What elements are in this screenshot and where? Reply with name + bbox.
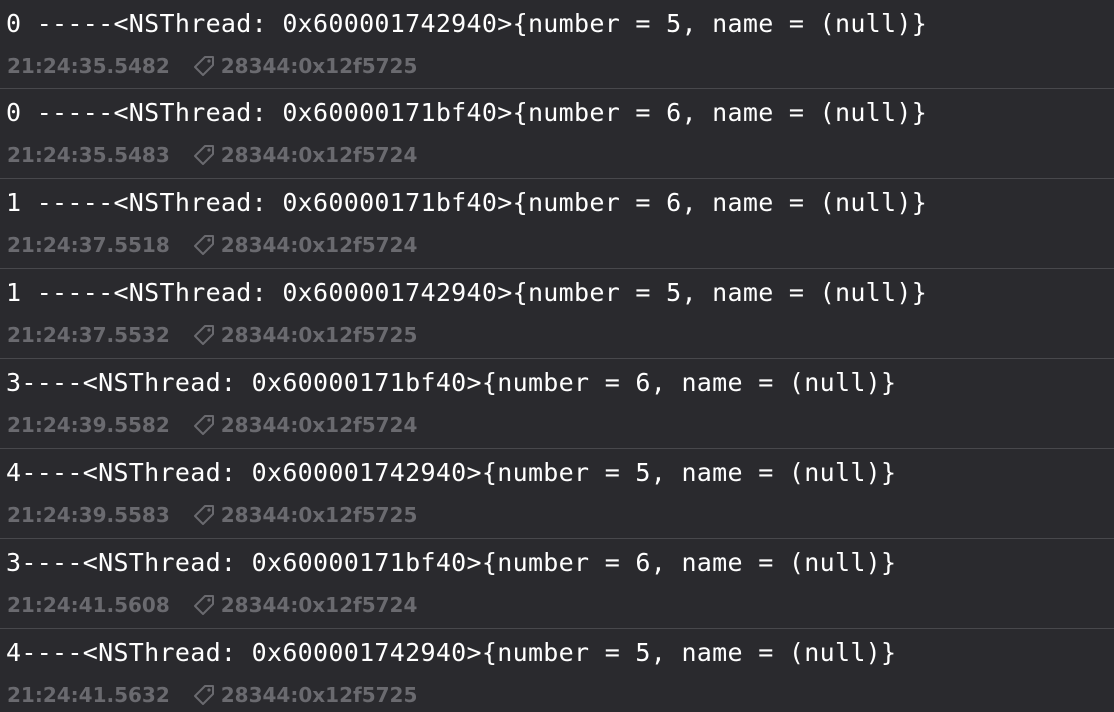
log-meta: 21:24:35.5483 28344:0x12f5724 xyxy=(7,142,417,168)
log-entry[interactable]: 4----<NSThread: 0x600001742940>{number =… xyxy=(0,448,1114,538)
log-thread-id: 28344:0x12f5725 xyxy=(220,503,418,527)
log-entry[interactable]: 0 -----<NSThread: 0x60000171bf40>{number… xyxy=(0,88,1114,178)
log-entry[interactable]: 1 -----<NSThread: 0x60000171bf40>{number… xyxy=(0,178,1114,268)
log-meta: 21:24:35.5482 28344:0x12f5725 xyxy=(7,53,417,79)
console-log: 0 -----<NSThread: 0x600001742940>{number… xyxy=(0,0,1114,712)
tag-icon xyxy=(192,54,216,78)
log-message: 0 -----<NSThread: 0x60000171bf40>{number… xyxy=(6,98,928,127)
log-timestamp: 21:24:37.5518 xyxy=(7,233,170,257)
tag-icon xyxy=(192,233,216,257)
log-entry[interactable]: 0 -----<NSThread: 0x600001742940>{number… xyxy=(0,0,1114,88)
log-entry[interactable]: 3----<NSThread: 0x60000171bf40>{number =… xyxy=(0,538,1114,628)
log-thread-id: 28344:0x12f5724 xyxy=(220,233,418,257)
tag-icon xyxy=(192,143,216,167)
log-message: 0 -----<NSThread: 0x600001742940>{number… xyxy=(6,9,928,38)
log-thread-id: 28344:0x12f5725 xyxy=(220,683,418,707)
log-thread-id: 28344:0x12f5724 xyxy=(220,593,418,617)
log-entry[interactable]: 1 -----<NSThread: 0x600001742940>{number… xyxy=(0,268,1114,358)
log-meta: 21:24:41.5608 28344:0x12f5724 xyxy=(7,592,417,618)
log-meta: 21:24:39.5583 28344:0x12f5725 xyxy=(7,502,417,528)
log-thread-id: 28344:0x12f5724 xyxy=(220,413,418,437)
tag-icon xyxy=(192,683,216,707)
log-message: 3----<NSThread: 0x60000171bf40>{number =… xyxy=(6,368,897,397)
log-timestamp: 21:24:35.5483 xyxy=(7,143,170,167)
log-timestamp: 21:24:41.5608 xyxy=(7,593,170,617)
tag-icon xyxy=(192,503,216,527)
log-message: 3----<NSThread: 0x60000171bf40>{number =… xyxy=(6,548,897,577)
log-timestamp: 21:24:39.5582 xyxy=(7,413,170,437)
log-meta: 21:24:39.5582 28344:0x12f5724 xyxy=(7,412,417,438)
log-message: 1 -----<NSThread: 0x60000171bf40>{number… xyxy=(6,188,928,217)
log-thread-id: 28344:0x12f5725 xyxy=(220,54,418,78)
log-timestamp: 21:24:35.5482 xyxy=(7,54,170,78)
log-entry[interactable]: 4----<NSThread: 0x600001742940>{number =… xyxy=(0,628,1114,712)
tag-icon xyxy=(192,413,216,437)
log-message: 1 -----<NSThread: 0x600001742940>{number… xyxy=(6,278,928,307)
log-meta: 21:24:37.5532 28344:0x12f5725 xyxy=(7,322,417,348)
log-timestamp: 21:24:37.5532 xyxy=(7,323,170,347)
log-thread-id: 28344:0x12f5724 xyxy=(220,143,418,167)
log-timestamp: 21:24:41.5632 xyxy=(7,683,170,707)
log-timestamp: 21:24:39.5583 xyxy=(7,503,170,527)
log-entry[interactable]: 3----<NSThread: 0x60000171bf40>{number =… xyxy=(0,358,1114,448)
log-meta: 21:24:41.5632 28344:0x12f5725 xyxy=(7,682,417,708)
log-meta: 21:24:37.5518 28344:0x12f5724 xyxy=(7,232,417,258)
log-thread-id: 28344:0x12f5725 xyxy=(220,323,418,347)
tag-icon xyxy=(192,323,216,347)
log-message: 4----<NSThread: 0x600001742940>{number =… xyxy=(6,638,897,667)
log-message: 4----<NSThread: 0x600001742940>{number =… xyxy=(6,458,897,487)
tag-icon xyxy=(192,593,216,617)
